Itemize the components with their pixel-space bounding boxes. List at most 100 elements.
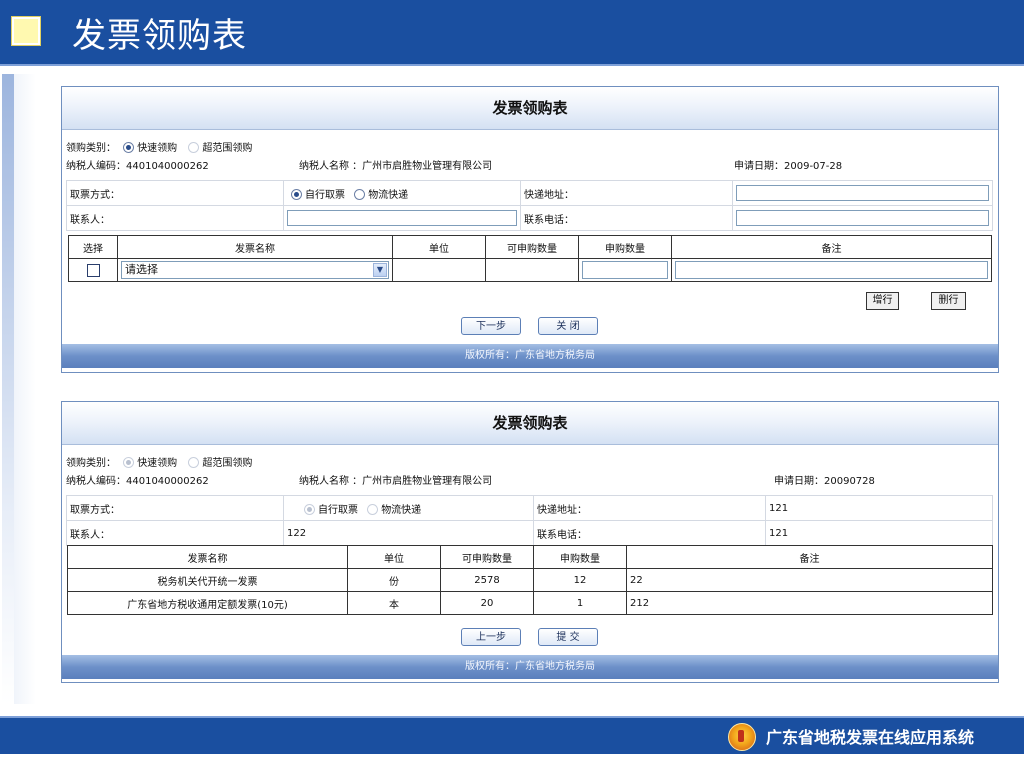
radio-over-range-purchase[interactable] — [188, 142, 200, 153]
contact-input[interactable] — [287, 210, 517, 226]
note: 22 — [626, 568, 993, 592]
purchase-qty: 1 — [533, 591, 627, 615]
unit-cell — [392, 258, 486, 282]
radio-self-pickup[interactable] — [304, 503, 315, 515]
purchase-type-label: 领购类别： — [66, 458, 116, 469]
radio-label: 超范围领购 — [202, 458, 253, 469]
col-header: 发票名称 — [117, 235, 393, 259]
contact-label: 联系人： — [66, 520, 284, 546]
select-cell — [68, 258, 118, 282]
qty-cell — [578, 258, 672, 282]
delete-row-button[interactable]: 删行 — [931, 292, 966, 310]
pickup-method-cell: 自行取票 物流快递 — [283, 495, 534, 521]
contact-phone-label: 联系电话： — [533, 520, 766, 546]
contact-value: 122 — [283, 520, 534, 546]
note: 212 — [626, 591, 993, 615]
col-header: 申购数量 — [578, 235, 672, 259]
col-header: 备注 — [671, 235, 992, 259]
express-address-input[interactable] — [736, 185, 989, 201]
form-title: 发票领购表 — [62, 87, 998, 130]
col-header: 可申购数量 — [485, 235, 579, 259]
taxpayer-id: 纳税人编码：4401040000262 — [66, 476, 209, 487]
invoice-name: 税务机关代开统一发票 — [67, 568, 348, 592]
available-qty: 2578 — [440, 568, 534, 592]
col-header: 单位 — [392, 235, 486, 259]
next-step-button[interactable]: 下一步 — [461, 317, 521, 335]
taxpayer-name: 纳税人名称 ：广州市启胜物业管理有限公司 — [299, 476, 493, 487]
add-row-button[interactable]: 增行 — [866, 292, 899, 310]
pickup-method-label: 取票方式： — [66, 495, 284, 521]
radio-express-delivery[interactable] — [354, 188, 366, 200]
radio-fast-purchase[interactable] — [123, 457, 135, 468]
contact-cell — [283, 205, 521, 231]
taxpayer-row: 纳税人编码：4401040000262 纳税人名称 ：广州市启胜物业管理有限公司… — [66, 160, 994, 174]
radio-fast-purchase[interactable] — [123, 142, 135, 153]
taxpayer-row: 纳税人编码：4401040000262 纳税人名称 ：广州市启胜物业管理有限公司… — [66, 475, 994, 489]
col-header: 发票名称 — [67, 545, 348, 569]
slide-header: 发票领购表 — [0, 0, 1024, 66]
table-row: 税务机关代开统一发票 份 2578 12 22 — [67, 568, 993, 592]
radio-label: 自行取票 — [305, 189, 345, 201]
chevron-down-icon[interactable]: ▼ — [373, 263, 387, 277]
radio-label: 超范围领购 — [202, 143, 253, 154]
slide-title: 发票领购表 — [72, 16, 247, 56]
delivery-info-table: 取票方式： 自行取票 物流快递 快递地址： 121 联系人： 122 联系电话：… — [66, 495, 993, 546]
note-cell — [671, 258, 992, 282]
row-checkbox[interactable] — [86, 263, 100, 277]
unit: 份 — [347, 568, 441, 592]
bullet-square-icon — [12, 17, 40, 45]
pickup-method-label: 取票方式： — [66, 180, 284, 206]
contact-phone-label: 联系电话： — [520, 205, 733, 231]
express-address-cell — [732, 180, 993, 206]
radio-over-range-purchase[interactable] — [188, 457, 200, 468]
radio-express-delivery[interactable] — [367, 503, 379, 515]
purchase-qty: 12 — [533, 568, 627, 592]
table-row: 请选择 ▼ — [68, 258, 992, 282]
footer-brand: 广东省地税发票在线应用系统 — [766, 728, 975, 747]
note-input[interactable] — [675, 261, 988, 279]
pickup-method-cell: 自行取票 物流快递 — [283, 180, 521, 206]
copyright-bar: 版权所有：广东省地方税务局 — [62, 344, 998, 368]
qty-input[interactable] — [582, 261, 668, 279]
select-value: 请选择 — [125, 263, 158, 276]
copyright-bar: 版权所有：广东省地方税务局 — [62, 655, 998, 679]
radio-self-pickup[interactable] — [291, 188, 302, 200]
unit: 本 — [347, 591, 441, 615]
invoice-form-step1: 发票领购表 领购类别： 快速领购 超范围领购 纳税人编码：44010400002… — [61, 86, 999, 373]
available-cell — [485, 258, 579, 282]
invoice-name-select[interactable]: 请选择 ▼ — [121, 261, 389, 279]
tax-bureau-emblem-icon — [728, 723, 756, 751]
submit-button[interactable]: 提 交 — [538, 628, 598, 646]
slide-footer: 广东省地税发票在线应用系统 — [0, 716, 1024, 754]
radio-label: 物流快递 — [368, 189, 409, 201]
invoice-name: 广东省地方税收通用定额发票(10元) — [67, 591, 348, 615]
contact-phone-input[interactable] — [736, 210, 989, 226]
previous-step-button[interactable]: 上一步 — [461, 628, 521, 646]
col-header: 备注 — [626, 545, 993, 569]
available-qty: 20 — [440, 591, 534, 615]
apply-date: 申请日期：20090728 — [774, 476, 875, 487]
close-button[interactable]: 关 闭 — [538, 317, 598, 335]
purchase-type-row: 领购类别： 快速领购 超范围领购 — [66, 142, 252, 156]
table-header-row: 发票名称 单位 可申购数量 申购数量 备注 — [67, 545, 993, 569]
radio-label: 快速领购 — [137, 458, 178, 469]
express-address-label: 快递地址： — [520, 180, 733, 206]
purchase-type-label: 领购类别： — [66, 143, 116, 154]
decorative-stripe — [2, 74, 36, 704]
invoice-items-table: 选择 发票名称 单位 可申购数量 申购数量 备注 请选择 ▼ — [68, 235, 992, 282]
taxpayer-name: 纳税人名称 ：广州市启胜物业管理有限公司 — [299, 161, 493, 172]
taxpayer-id: 纳税人编码：4401040000262 — [66, 161, 209, 172]
purchase-type-row: 领购类别： 快速领购 超范围领购 — [66, 457, 252, 471]
delivery-info-table: 取票方式： 自行取票 物流快递 快递地址： 联系人： 联系电话： — [66, 180, 993, 231]
contact-label: 联系人： — [66, 205, 284, 231]
contact-phone-value: 121 — [765, 520, 993, 546]
col-header: 可申购数量 — [440, 545, 534, 569]
table-header-row: 选择 发票名称 单位 可申购数量 申购数量 备注 — [68, 235, 992, 259]
col-header: 单位 — [347, 545, 441, 569]
express-address-value: 121 — [765, 495, 993, 521]
contact-phone-cell — [732, 205, 993, 231]
invoice-name-cell: 请选择 ▼ — [117, 258, 393, 282]
radio-label: 物流快递 — [381, 504, 422, 516]
express-address-label: 快递地址： — [533, 495, 766, 521]
col-header: 申购数量 — [533, 545, 627, 569]
